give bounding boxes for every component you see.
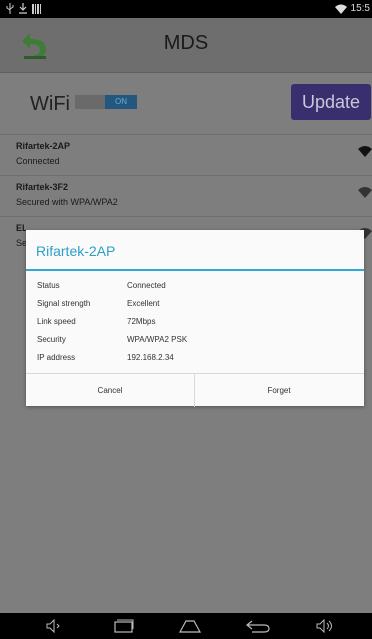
detail-value: Excellent [127,299,160,308]
wifi-locked-icon [358,146,372,157]
wifi-toggle-state: ON [105,95,137,109]
dialog-title: Rifartek-2AP [36,243,116,259]
detail-key: Link speed [37,317,76,326]
network-status: Secured with WPA/WPA2 [16,197,118,207]
status-bar: 15:5 [0,0,372,18]
detail-key: IP address [37,353,76,362]
detail-key: Status [37,281,60,290]
forget-button[interactable]: Forget [195,374,363,407]
wifi-locked-icon [358,187,372,198]
network-item[interactable]: Rifartek-2AP Connected [0,134,372,175]
usb-icon [6,3,14,14]
detail-key: Signal strength [37,299,91,308]
download-icon [19,3,27,14]
update-button[interactable]: Update [291,84,371,120]
barcode-icon [32,3,41,14]
dialog-divider [26,269,364,271]
network-details-dialog: Rifartek-2AP Status Connected Signal str… [26,230,364,407]
app-bar: MDS [0,18,372,73]
volume-down-icon[interactable] [46,619,62,633]
dialog-button-bar: Cancel Forget [26,373,364,407]
network-name: Rifartek-2AP [16,141,71,151]
back-icon[interactable] [246,619,270,633]
detail-value: Connected [127,281,166,290]
detail-value: 72Mbps [127,317,156,326]
detail-value: WPA/WPA2 PSK [127,335,188,344]
detail-value: 192.168.2.34 [127,353,174,362]
recent-apps-icon[interactable] [114,619,134,633]
status-time: 15:5 [350,3,370,14]
network-name: Rifartek-3F2 [16,182,69,192]
wifi-label: WiFi [30,93,70,115]
navigation-bar [0,613,372,639]
app-title: MDS [163,32,209,54]
wifi-toggle[interactable]: ON [75,95,137,109]
network-item[interactable]: Rifartek-3F2 Secured with WPA/WPA2 [0,175,372,216]
detail-key: Security [37,335,66,344]
wifi-signal-icon [334,4,347,14]
wifi-row: WiFi ON Update [0,73,372,133]
network-status: Connected [16,156,60,166]
home-icon[interactable] [178,619,202,633]
cancel-button[interactable]: Cancel [26,374,195,407]
volume-up-icon[interactable] [316,619,334,633]
